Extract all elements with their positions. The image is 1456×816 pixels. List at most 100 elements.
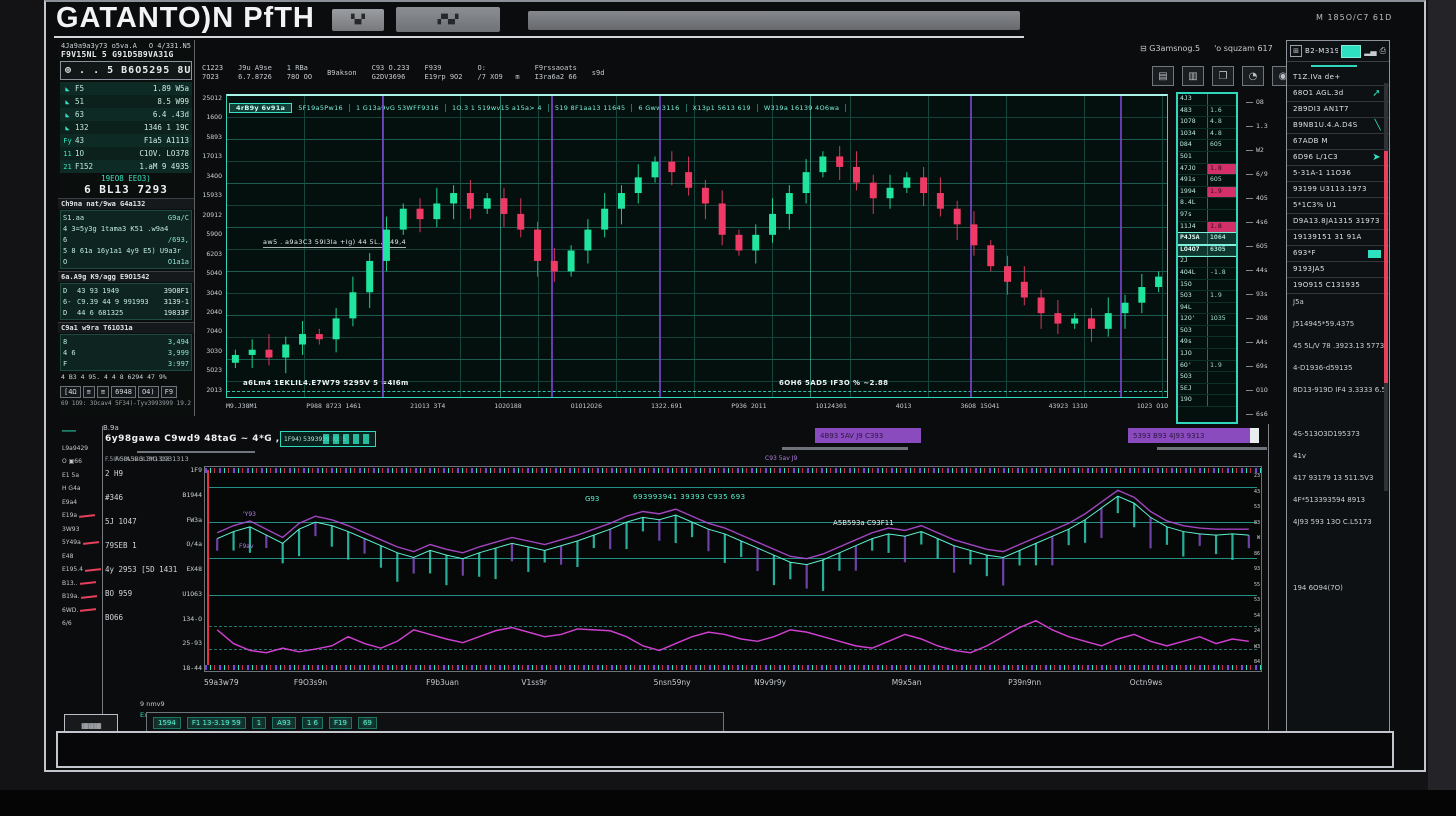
tiles-icon[interactable]: ▥ <box>1182 66 1204 86</box>
navigator-lower-item-12[interactable] <box>1287 533 1389 555</box>
object-list-item-10[interactable]: E48 <box>60 550 102 564</box>
navigator-lower-item-2[interactable]: J514945*59.4375 <box>1287 313 1389 335</box>
indicator-chart-plot[interactable]: G93 693993941 39393 C935 693 A5B593a C93… <box>204 466 1262 672</box>
object-list-item-9[interactable]: 5Y49a <box>60 536 102 550</box>
navigator-lower-item-7[interactable]: 4S-513O3D195373 <box>1287 423 1389 445</box>
object-list-item-4[interactable]: E1 5a <box>60 469 102 483</box>
navigator-collapse-icon[interactable]: ⊞ <box>1290 45 1302 57</box>
dom-row[interactable]: 1O784.8 <box>1178 117 1236 129</box>
navigator-lower-item-13[interactable] <box>1287 555 1389 577</box>
titlebar-tab-2[interactable]: ▞▚▞ <box>396 7 500 32</box>
object-list-item-6[interactable]: E9a4 <box>60 496 102 510</box>
bottom-tab-7[interactable]: 69 <box>358 717 377 729</box>
navigator-item-8[interactable]: 93199 U3113.1973 <box>1287 182 1389 198</box>
toolbar-item-3[interactable]: 1 RBa78O OO <box>287 64 312 82</box>
dom-row[interactable]: D846O5 <box>1178 140 1236 152</box>
order-row[interactable]: D44 6 68132519833F <box>63 307 189 318</box>
grid-icon[interactable]: ▤ <box>1152 66 1174 86</box>
toolbar-item-5[interactable]: C93 O.233G2DV3696 <box>372 64 410 82</box>
navigator-item-4[interactable]: B9NB1U.4.A.D4S╲ <box>1287 118 1389 134</box>
toolbar-item-8[interactable]: F9rssaoatsI3ra6a2 66 <box>535 64 577 82</box>
object-list-item-1[interactable]: ▔▔▔ <box>60 428 102 442</box>
dom-row[interactable]: 4831.6 <box>1178 106 1236 118</box>
dom-row[interactable]: 2J <box>1178 256 1236 268</box>
navigator-item-5[interactable]: 67ADB M <box>1287 134 1389 150</box>
footer-chip-2[interactable]: ≡ <box>83 386 95 398</box>
object-list-item-2[interactable]: L9a9429 <box>60 442 102 456</box>
order-row[interactable]: 6-C9.39 44 9 9919933139-1 <box>63 296 189 307</box>
main-chart-plot[interactable]: 4rB9y 6v91a5F19a5Pw161 G13a9vG 53WFF9316… <box>226 94 1168 398</box>
object-list-item-11[interactable]: E195.4 <box>60 563 102 577</box>
footer-chip-1[interactable]: [4Ω <box>60 386 81 398</box>
navigator-lower-item-11[interactable]: 4J93 593 13O C.L5173 <box>1287 511 1389 533</box>
dom-row[interactable]: 1JO <box>1178 349 1236 361</box>
dom-row[interactable]: 12O'1O35 <box>1178 314 1236 326</box>
dom-row[interactable]: 1O344.8 <box>1178 129 1236 141</box>
order-row[interactable]: D43 93 194939O8F1 <box>63 285 189 296</box>
market-watch-row[interactable]: ◣1321346 1 19C <box>60 121 192 134</box>
scrollbar-thumb[interactable] <box>1384 151 1388 383</box>
dom-row[interactable]: 4J3 <box>1178 94 1236 106</box>
dom-row[interactable]: 97s <box>1178 210 1236 222</box>
navigator-lower-item-4[interactable]: 4-D1936-d59135 <box>1287 357 1389 379</box>
navigator-scrollbar[interactable] <box>1384 83 1388 491</box>
toolbar-item-7[interactable]: O:/7 XO9 m <box>477 64 519 82</box>
navigator-lower-item-3[interactable]: 45 5L/V 78 .3923.13 5773 <box>1287 335 1389 357</box>
navigator-accent-button[interactable] <box>1341 45 1361 58</box>
market-watch-row[interactable]: ◣518.5 W99 <box>60 95 192 108</box>
navigator-lower-item-10[interactable]: 4F*513393594 8913 <box>1287 489 1389 511</box>
bottom-tab-5[interactable]: 1 6 <box>302 717 323 729</box>
object-list-item-7[interactable]: E19a <box>60 509 102 523</box>
navigator-item-12[interactable]: 693*F <box>1287 246 1389 262</box>
dom-row[interactable]: 8.4L <box>1178 198 1236 210</box>
market-watch-header-left[interactable]: 4Ja9a9a3y73 o5va.A <box>61 42 137 50</box>
object-list-item-5[interactable]: H G4a <box>60 482 102 496</box>
navigator-item-13[interactable]: 9193JA5 <box>1287 262 1389 278</box>
dom-row[interactable]: 5O31.9 <box>1178 291 1236 303</box>
dom-row[interactable]: 47JO1.8 <box>1178 164 1236 176</box>
navigator-item-7[interactable]: 5-31A-1 11O36 <box>1287 166 1389 182</box>
toolbar-item-4[interactable]: B9akson <box>327 69 357 78</box>
market-watch-row[interactable]: 21F1521.aM 9 4935 <box>60 160 192 173</box>
menu-item-1[interactable]: ⊟ G3amsnog.5 <box>1140 44 1200 53</box>
bottom-tab-2[interactable]: F1 13-3.19 59 <box>187 717 246 729</box>
navigator-item-10[interactable]: D9A13.8JA1315 31973 <box>1287 214 1389 230</box>
symbol-search-box[interactable]: ⊕ . . 5 B6O5295 8U3 <box>60 61 192 80</box>
clock-icon[interactable]: ◔ <box>1242 66 1264 86</box>
dom-row[interactable]: 49s <box>1178 337 1236 349</box>
toolbar-item-6[interactable]: F939E19rp 9O2 <box>425 64 463 82</box>
navigator-lower-item-9[interactable]: 417 93179 13 511.5V3 <box>1287 467 1389 489</box>
bottom-tab-4[interactable]: A93 <box>272 717 296 729</box>
dom-row[interactable]: 11J41.8 <box>1178 222 1236 234</box>
navigator-lower-item-1[interactable]: J5a <box>1287 291 1389 313</box>
dom-row[interactable]: 19941.9 <box>1178 187 1236 199</box>
dom-row[interactable]: 15O <box>1178 280 1236 292</box>
navigator-lower-item-14[interactable]: 194 6O94(7O) <box>1287 577 1389 599</box>
footer-chip-3[interactable]: ≡ <box>97 386 109 398</box>
purple-tag-2[interactable]: 5393 B93 4J93 9313 <box>1128 428 1258 443</box>
titlebar-tab-1[interactable]: ▚▞ <box>332 9 384 31</box>
toolbar-item-2[interactable]: J9u A9se6.7.8726 <box>238 64 272 82</box>
dom-row[interactable]: LO4O763O5 <box>1178 245 1236 257</box>
navigator-item-11[interactable]: 19139151 31 91A <box>1287 230 1389 246</box>
printer-icon[interactable]: ⎙ <box>1380 46 1386 56</box>
market-watch-row[interactable]: 111OC1OV. LO378 <box>60 147 192 160</box>
dom-row[interactable]: P4JSA1O64 <box>1178 233 1236 245</box>
dom-row[interactable]: 5EJ <box>1178 384 1236 396</box>
bottom-tab-6[interactable]: F19 <box>329 717 352 729</box>
menu-item-2[interactable]: 'o squzam 617 <box>1214 44 1273 53</box>
bottom-tab-3[interactable]: 1 <box>252 717 266 729</box>
toolbar-item-9[interactable]: s9d <box>592 69 605 78</box>
navigator-lower-item-5[interactable]: 8D13-919D IF4 3.3333 6.5)3* <box>1287 379 1389 401</box>
dom-row[interactable]: 6O'1.9 <box>1178 361 1236 373</box>
market-watch-row[interactable]: Fy43F1a5 A1113 <box>60 134 192 147</box>
toolbar-item-1[interactable]: C12237O23 <box>202 64 223 82</box>
dom-row[interactable]: 19O <box>1178 395 1236 407</box>
market-watch-row[interactable]: ◣F51.89 W5a <box>60 82 192 95</box>
navigator-lower-item-6[interactable] <box>1287 401 1389 423</box>
navigator-item-1[interactable]: T1Z.IVa de+ <box>1287 70 1389 86</box>
footer-chip-6[interactable]: F9 <box>161 386 177 398</box>
dom-row[interactable]: 5O3 <box>1178 326 1236 338</box>
footer-chip-4[interactable]: 6948 <box>111 386 136 398</box>
object-list-item-15[interactable]: 6/6 <box>60 617 102 631</box>
